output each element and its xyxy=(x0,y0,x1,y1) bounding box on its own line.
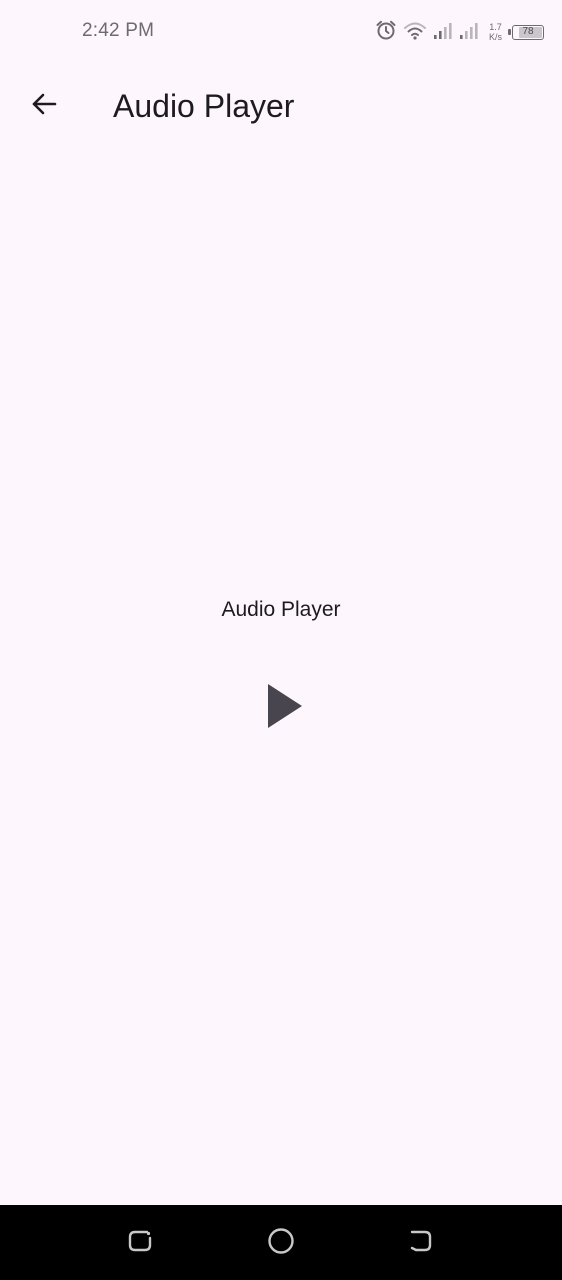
battery-cap xyxy=(508,28,511,35)
system-back-button[interactable] xyxy=(401,1223,441,1263)
arrow-left-icon xyxy=(29,89,59,124)
recents-button[interactable] xyxy=(120,1223,160,1263)
status-bar: 2:42 PM 1.7 K/s 78 xyxy=(0,0,562,64)
status-time: 2:42 PM xyxy=(82,20,155,41)
back-return-icon xyxy=(408,1228,434,1259)
app-bar: Audio Player xyxy=(0,64,562,148)
home-icon xyxy=(267,1227,295,1260)
play-button[interactable] xyxy=(253,676,317,740)
main-content: Audio Player xyxy=(0,148,562,1205)
back-button[interactable] xyxy=(16,78,72,134)
signal-icon xyxy=(433,20,453,45)
status-icons: 1.7 K/s 78 xyxy=(375,18,544,46)
battery-icon: 78 xyxy=(508,24,544,40)
alarm-icon xyxy=(375,19,397,46)
system-nav-bar xyxy=(0,1205,562,1280)
recents-icon xyxy=(127,1228,153,1259)
battery-level: 78 xyxy=(522,25,534,37)
play-icon xyxy=(265,682,305,735)
network-speed-unit: K/s xyxy=(488,32,502,42)
wifi-icon xyxy=(403,20,427,45)
page-title: Audio Player xyxy=(113,88,295,124)
signal-icon xyxy=(459,20,479,45)
network-speed: 1.7 K/s xyxy=(489,22,502,42)
network-speed-value: 1.7 xyxy=(489,22,502,32)
home-button[interactable] xyxy=(261,1223,301,1263)
player-label: Audio Player xyxy=(221,598,341,621)
